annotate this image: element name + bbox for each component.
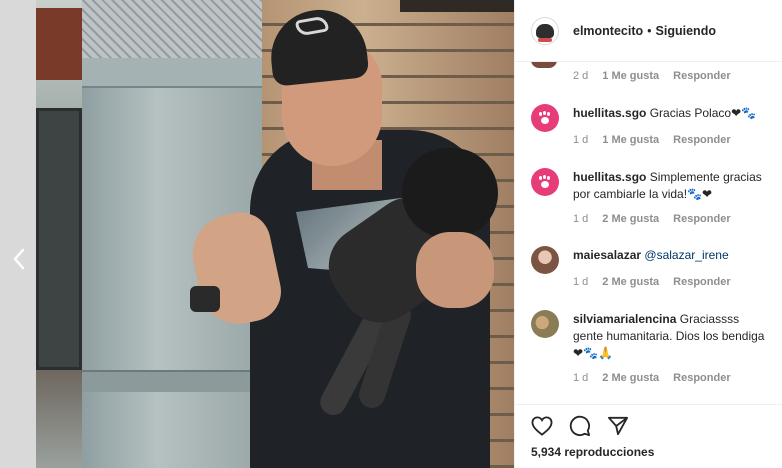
comment-text: Gracias Polaco❤🐾 [649,106,757,120]
comment-body: huellitas.sgo Gracias Polaco❤🐾 [573,105,769,122]
post-sidebar: elmontecito • Siguiendo 2 d 1 Me gusta R… [514,0,782,468]
reply-button[interactable]: Responder [673,134,730,146]
paw-icon [539,176,551,188]
comment-body: silviamarialencina Graciassss gente huma… [573,311,769,362]
comment-meta: 1 d 2 Me gusta Responder [573,213,731,225]
post-header: elmontecito • Siguiendo [515,0,782,62]
comment-meta: 1 d 1 Me gusta Responder [573,134,731,146]
background-door [36,108,82,370]
comment-time: 1 d [573,213,589,225]
comment-time: 1 d [573,276,589,288]
comment-mention-link[interactable]: @salazar_irene [644,248,728,262]
comment-likes-link[interactable]: 2 Me gusta [602,372,659,384]
dog-head [402,148,498,238]
gate-bottom-bar [82,370,272,392]
comment-time: 2 d [573,70,589,82]
avatar[interactable] [531,246,559,274]
avatar[interactable] [531,310,559,338]
video-player[interactable] [0,0,514,468]
comment-list[interactable]: 2 d 1 Me gusta Responder huellitas.sgo G… [515,62,782,404]
comment-username[interactable]: huellitas.sgo [573,170,646,184]
comment-body: huellitas.sgo Simplemente gracias por ca… [573,169,769,203]
views-number: 5,934 [531,445,562,459]
comment-body: maiesalazar @salazar_irene [573,247,769,264]
gate-top-bar [82,58,272,88]
avatar[interactable] [531,168,559,196]
comment-likes-link[interactable]: 1 Me gusta [602,134,659,146]
action-icons [529,413,631,439]
avatar[interactable] [531,104,559,132]
comment-icon[interactable] [567,413,593,439]
reply-button[interactable]: Responder [673,213,730,225]
account-logo-icon [536,23,554,42]
comment-meta: 1 d 2 Me gusta Responder [573,276,731,288]
paw-icon [539,112,551,124]
separator-dot: • [647,23,652,38]
heart-icon[interactable] [529,413,555,439]
post-username[interactable]: elmontecito [573,24,643,38]
comment-likes-link[interactable]: 2 Me gusta [602,276,659,288]
reply-button[interactable]: Responder [673,372,730,384]
comment-likes-link[interactable]: 1 Me gusta [602,70,659,82]
comment-meta: 2 d 1 Me gusta Responder [573,70,731,82]
comment-username[interactable]: silviamarialencina [573,312,676,326]
comment-username[interactable]: huellitas.sgo [573,106,646,120]
background-wall [0,0,36,468]
background-wall-top [400,0,514,12]
comment-username[interactable]: maiesalazar [573,248,641,262]
comment-meta: 1 d 2 Me gusta Responder [573,372,731,384]
wrist-watch [190,286,220,312]
person-hand-right [416,232,494,308]
chevron-left-icon[interactable] [6,244,32,274]
reply-button[interactable]: Responder [673,276,730,288]
watermark-text: TRH.com.ar [624,430,740,452]
follow-status-button[interactable]: Siguiendo [656,24,716,38]
avatar[interactable] [531,62,557,68]
comment-time: 1 d [573,372,589,384]
comment-time: 1 d [573,134,589,146]
reply-button[interactable]: Responder [673,70,730,82]
avatar[interactable] [531,16,559,45]
comment-likes-link[interactable]: 2 Me gusta [602,213,659,225]
background-brick-patch [36,8,82,80]
